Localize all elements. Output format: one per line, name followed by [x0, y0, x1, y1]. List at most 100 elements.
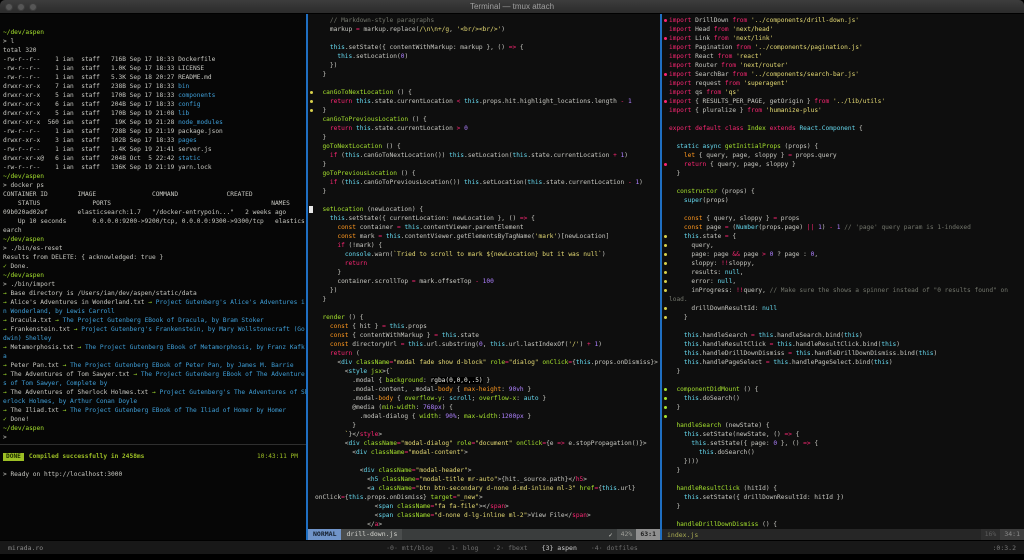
- shell-line: CONTAINER ID IMAGE COMMAND CREATED: [3, 190, 306, 199]
- code-line: [662, 412, 1024, 421]
- tmux-window-blog[interactable]: ·1· blog: [447, 544, 478, 552]
- code-line: .modal { background: rgba(0,0,0,.5) }: [308, 376, 660, 385]
- shell-line: ~/dev/aspen: [3, 271, 306, 280]
- code-line: .modal-content, .modal-body { max-height…: [308, 385, 660, 394]
- tmux-window-aspen[interactable]: {3} aspen: [542, 544, 577, 552]
- vim-statusline-inactive: index.js 16% 34:1: [662, 529, 1024, 540]
- code-index[interactable]: import DrillDown from '../components/dri…: [662, 14, 1024, 529]
- shell-line: total 320: [3, 46, 306, 55]
- shell-line: drwxr-xr-x 5 ian staff 170B Sep 19 21:08…: [3, 109, 306, 118]
- code-line: [662, 115, 1024, 124]
- gutter-sign: [662, 277, 669, 286]
- code-line: import React from 'react': [662, 52, 1024, 61]
- shell-line: ~/dev/aspen: [3, 28, 306, 37]
- tmux-window-fbext[interactable]: ·2· fbext: [492, 544, 527, 552]
- code-line: canGoToPreviousLocation () {: [308, 115, 660, 124]
- code-line: const container = this.contentViewer.par…: [308, 223, 660, 232]
- shell-line: → The Iliad.txt → The Project Gutenberg …: [3, 406, 306, 415]
- code-line: return { query, page, sloppy }: [662, 160, 1024, 169]
- tmux-window-list: ·0· mtt/blog ·1· blog ·2· fbext {3} aspen ·4…: [0, 544, 1024, 552]
- gutter-sign: [662, 16, 669, 25]
- code-line: import Router from 'next/router': [662, 61, 1024, 70]
- code-line: }): [308, 61, 660, 70]
- gutter-sign: [662, 385, 669, 394]
- code-line: drillDownResultId: null: [662, 304, 1024, 313]
- code-line: componentDidMount () {: [662, 385, 1024, 394]
- code-line: this.handleSearch = this.handleSearch.bi…: [662, 331, 1024, 340]
- code-line: this.setState({ page: 0 }, () => {: [662, 439, 1024, 448]
- code-line: super(props): [662, 196, 1024, 205]
- cursor-position: 63:1: [636, 529, 660, 540]
- code-line: this.doSearch(): [662, 394, 1024, 403]
- code-line: return this.state.currentLocation > 0: [308, 124, 660, 133]
- code-line: }): [308, 286, 660, 295]
- gutter-sign: [662, 232, 669, 241]
- gutter-sign: [662, 304, 669, 313]
- code-line: // Markdown-style paragraphs: [308, 16, 660, 25]
- code-line: <div className="modal-content">: [308, 448, 660, 457]
- scroll-percent-inactive: 16%: [981, 529, 1001, 540]
- shell-line: -rw-r--r-- 1 ian staff 1.4K Sep 19 21:41…: [3, 145, 306, 154]
- shell-line: → Dracula.txt → The Project Gutenberg EB…: [3, 316, 306, 325]
- code-line: <div className="modal-dialog" role="docu…: [308, 439, 660, 448]
- cursor-block: [308, 205, 315, 214]
- code-line: this.setLocation(0): [308, 52, 660, 61]
- code-line: import { pluralize } from 'humanize-plus…: [662, 106, 1024, 115]
- code-line: sloppy: !!sloppy,: [662, 259, 1024, 268]
- code-line: query,: [662, 241, 1024, 250]
- tmux-panes: ~/dev/aspen> ltotal 320-rw-r--r-- 1 ian …: [0, 14, 1024, 540]
- code-line: [662, 376, 1024, 385]
- tmux-window-mtt-blog[interactable]: ·0· mtt/blog: [386, 544, 433, 552]
- code-line: constructor (props) {: [662, 187, 1024, 196]
- shell-line: drwxr-xr-x 560 ian staff 19K Sep 19 21:2…: [3, 118, 306, 127]
- shell-line: erlock Holmes, by Arthur Conan Doyle: [3, 397, 306, 406]
- code-line: <span className="fa fa-file"></span>: [308, 502, 660, 511]
- code-line: if (!mark) {: [308, 241, 660, 250]
- shell-output: ~/dev/aspen> ltotal 320-rw-r--r-- 1 ian …: [0, 14, 306, 444]
- code-line: @media (min-width: 768px) {: [308, 403, 660, 412]
- code-line: const { query, sloppy } = props: [662, 214, 1024, 223]
- bottom-strip: [0, 554, 1024, 560]
- vim-pane-drill-down[interactable]: // Markdown-style paragraphs markup = ma…: [308, 14, 660, 540]
- shell-line: drwxr-xr-x 6 ian staff 204B Sep 17 18:33…: [3, 100, 306, 109]
- shell-line: ~/dev/aspen: [3, 424, 306, 433]
- shell-line: → Peter Pan.txt → The Project Gutenberg …: [3, 361, 306, 370]
- shell-line: → The Adventures of Tom Sawyer.txt → The…: [3, 370, 306, 379]
- gutter-sign: [662, 259, 669, 268]
- shell-line: a: [3, 352, 306, 361]
- code-line: this.setState({ currentLocation: newLoca…: [308, 214, 660, 223]
- gutter-sign: [662, 286, 669, 295]
- window-title: Terminal — tmux attach: [0, 0, 1024, 13]
- code-line: import Link from 'next/link': [662, 34, 1024, 43]
- shell-line: ✓ Done!: [3, 415, 306, 424]
- tmux-window-dotfiles[interactable]: ·4· dotfiles: [591, 544, 638, 552]
- shell-line: drwxr-xr-x 3 ian staff 102B Sep 17 18:33…: [3, 136, 306, 145]
- titlebar: Terminal — tmux attach: [0, 0, 1024, 14]
- gutter-sign: [308, 88, 315, 97]
- code-line: import DrillDown from '../components/dri…: [662, 16, 1024, 25]
- code-line: }: [308, 187, 660, 196]
- shell-line: → Metamorphosis.txt → The Project Gutenb…: [3, 343, 306, 352]
- code-line: .modal-body { overflow-y: scroll; overfl…: [308, 394, 660, 403]
- dev-server-pane[interactable]: DONE Compiled successfully in 2458ms 10:…: [0, 445, 306, 540]
- shell-line: > docker ps: [3, 181, 306, 190]
- vim-pane-index[interactable]: import DrillDown from '../components/dri…: [662, 14, 1024, 540]
- code-line: setLocation (newLocation) {: [308, 205, 660, 214]
- code-line: const page = (Number(props.page) || 1) -…: [662, 223, 1024, 232]
- gutter-sign: [662, 160, 669, 169]
- code-line: return (: [308, 349, 660, 358]
- server-ready-line: > Ready on http://localhost:3000: [0, 470, 306, 479]
- gutter-sign: [308, 106, 315, 115]
- code-line: goToNextLocation () {: [308, 142, 660, 151]
- code-line: }: [662, 367, 1024, 376]
- shell-line: dwin) Shelley: [3, 334, 306, 343]
- gutter-sign: [662, 268, 669, 277]
- code-line: import Head from 'next/head': [662, 25, 1024, 34]
- lint-ok-icon: ✓: [605, 531, 617, 539]
- shell-pane[interactable]: ~/dev/aspen> ltotal 320-rw-r--r-- 1 ian …: [0, 14, 306, 540]
- code-line: import request from 'superagent': [662, 79, 1024, 88]
- shell-line: drwxr-xr-x 5 ian staff 170B Sep 17 18:33…: [3, 91, 306, 100]
- code-line: console.warn(`Tried to scroll to mark ${…: [308, 250, 660, 259]
- code-drill-down[interactable]: // Markdown-style paragraphs markup = ma…: [308, 14, 660, 529]
- code-line: }: [662, 169, 1024, 178]
